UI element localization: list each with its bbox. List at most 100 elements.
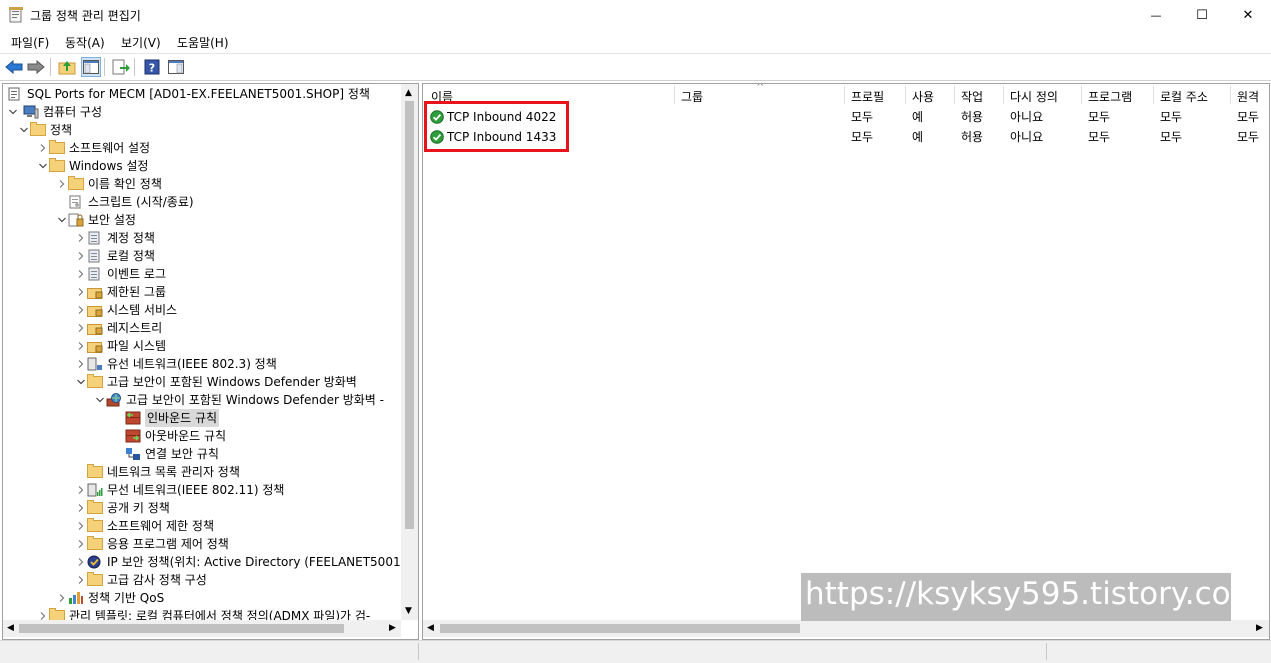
tree-item[interactable]: 정책 기반 QoS: [3, 589, 401, 607]
maximize-button[interactable]: ☐: [1179, 0, 1225, 31]
tree-item[interactable]: 고급 보안이 포함된 Windows Defender 방화벽: [3, 373, 401, 391]
tree-item[interactable]: 파일 시스템: [3, 337, 401, 355]
tree-item[interactable]: 정책: [3, 121, 401, 139]
tree-item[interactable]: 연결 보안 규칙: [3, 445, 401, 463]
menu-file[interactable]: 파일(F): [11, 34, 49, 51]
up-level-button[interactable]: [57, 57, 77, 77]
menu-action[interactable]: 동작(A): [65, 34, 105, 51]
export-list-button[interactable]: [111, 57, 131, 77]
tree-item[interactable]: 소프트웨어 설정: [3, 139, 401, 157]
collapse-chevron-icon[interactable]: [95, 391, 105, 409]
tree-item[interactable]: 스크립트 (시작/종료): [3, 193, 401, 211]
scroll-left-icon[interactable]: ◀: [7, 623, 14, 633]
collapse-chevron-icon[interactable]: [57, 211, 67, 229]
tree-item[interactable]: 소프트웨어 제한 정책: [3, 517, 401, 535]
column-divider[interactable]: [954, 86, 955, 104]
tree-item[interactable]: 시스템 서비스: [3, 301, 401, 319]
tree-item[interactable]: 보안 설정: [3, 211, 401, 229]
expand-chevron-icon[interactable]: [38, 139, 48, 157]
scroll-right-icon[interactable]: ▶: [389, 623, 396, 633]
column-divider[interactable]: [1153, 86, 1154, 104]
column-divider[interactable]: [844, 86, 845, 104]
column-divider[interactable]: [905, 86, 906, 104]
expand-chevron-icon[interactable]: [76, 283, 86, 301]
tree-item[interactable]: 아웃바운드 규칙: [3, 427, 401, 445]
column-divider[interactable]: [1230, 86, 1231, 104]
expand-chevron-icon[interactable]: [76, 247, 86, 265]
tree-item[interactable]: 고급 보안이 포함된 Windows Defender 방화벽 -: [3, 391, 401, 409]
tree-item[interactable]: 인바운드 규칙: [3, 409, 401, 427]
tree-item[interactable]: 네트워크 목록 관리자 정책: [3, 463, 401, 481]
list-horizontal-scroll-thumb[interactable]: [440, 624, 800, 633]
tree-item[interactable]: 제한된 그룹: [3, 283, 401, 301]
tree-item[interactable]: 유선 네트워크(IEEE 802.3) 정책: [3, 355, 401, 373]
list-horizontal-scrollbar[interactable]: ◀ ▶: [423, 620, 1269, 637]
scroll-left-icon[interactable]: ◀: [427, 623, 434, 633]
policy-book-icon: [87, 231, 103, 245]
close-button[interactable]: ✕: [1225, 0, 1271, 31]
minimize-icon: —: [1150, 9, 1162, 22]
tree-item[interactable]: 계정 정책: [3, 229, 401, 247]
column-header-action[interactable]: 작업: [961, 88, 983, 105]
column-divider[interactable]: [674, 86, 675, 104]
tree-item[interactable]: 응용 프로그램 제어 정책: [3, 535, 401, 553]
help-button[interactable]: ?: [142, 57, 162, 77]
expand-chevron-icon[interactable]: [57, 589, 67, 607]
tree-item[interactable]: 레지스트리: [3, 319, 401, 337]
expand-chevron-icon[interactable]: [57, 175, 67, 193]
column-header-remote[interactable]: 원격: [1237, 88, 1259, 105]
collapse-chevron-icon[interactable]: [38, 157, 48, 175]
tree-item[interactable]: 로컬 정책: [3, 247, 401, 265]
tree-item[interactable]: 무선 네트워크(IEEE 802.11) 정책: [3, 481, 401, 499]
expand-chevron-icon[interactable]: [76, 535, 86, 553]
expand-chevron-icon[interactable]: [76, 301, 86, 319]
expand-chevron-icon[interactable]: [76, 517, 86, 535]
expand-chevron-icon[interactable]: [76, 265, 86, 283]
column-header-profile[interactable]: 프로필: [851, 88, 884, 105]
minimize-button[interactable]: —: [1133, 0, 1179, 31]
expand-chevron-icon[interactable]: [76, 319, 86, 337]
expand-chevron-icon[interactable]: [76, 355, 86, 373]
tree-item[interactable]: IP 보안 정책(위치: Active Directory (FEELANET5…: [3, 553, 404, 571]
expand-chevron-icon[interactable]: [76, 337, 86, 355]
rules-list-pane[interactable]: 이름 ^ 그룹 프로필 사용 작업 다시 정의 프로그램 로컬 주소 원격 TC…: [422, 83, 1270, 640]
column-divider[interactable]: [1003, 86, 1004, 104]
column-header-enabled[interactable]: 사용: [912, 88, 934, 105]
collapse-chevron-icon[interactable]: [8, 103, 18, 121]
column-divider[interactable]: [1081, 86, 1082, 104]
tree-item[interactable]: 이름 확인 정책: [3, 175, 401, 193]
forward-button[interactable]: [26, 57, 46, 77]
show-hide-tree-button[interactable]: [81, 57, 101, 77]
collapse-chevron-icon[interactable]: [19, 121, 29, 139]
scroll-down-icon[interactable]: ▼: [405, 606, 412, 616]
tree-item[interactable]: 공개 키 정책: [3, 499, 401, 517]
expand-chevron-icon[interactable]: [76, 553, 86, 571]
collapse-chevron-icon[interactable]: [76, 373, 86, 391]
scroll-right-icon[interactable]: ▶: [1256, 623, 1263, 633]
tree-horizontal-scrollbar[interactable]: ◀ ▶: [3, 620, 401, 637]
console-tree-pane[interactable]: SQL Ports for MECM [AD01-EX.FEELANET5001…: [2, 83, 419, 640]
expand-chevron-icon[interactable]: [76, 229, 86, 247]
expand-chevron-icon[interactable]: [76, 571, 86, 589]
column-header-group[interactable]: 그룹: [681, 88, 703, 105]
column-header-program[interactable]: 프로그램: [1088, 88, 1132, 105]
back-button[interactable]: [4, 57, 24, 77]
tree-item[interactable]: SQL Ports for MECM [AD01-EX.FEELANET5001…: [3, 85, 401, 103]
expand-chevron-icon[interactable]: [76, 481, 86, 499]
scroll-up-icon[interactable]: ▲: [405, 88, 412, 98]
menu-view[interactable]: 보기(V): [121, 34, 161, 51]
tree-item[interactable]: Windows 설정: [3, 157, 401, 175]
menu-help[interactable]: 도움말(H): [177, 34, 229, 51]
expand-chevron-icon[interactable]: [76, 499, 86, 517]
column-header-local-address[interactable]: 로컬 주소: [1160, 88, 1208, 105]
tree-item[interactable]: 이벤트 로그: [3, 265, 401, 283]
tree-item[interactable]: 고급 감사 정책 구성: [3, 571, 401, 589]
column-header-override[interactable]: 다시 정의: [1010, 88, 1058, 105]
tree-vertical-scrollbar[interactable]: ▲ ▼: [401, 84, 418, 620]
tree-item[interactable]: 컴퓨터 구성: [3, 103, 401, 121]
tree-horizontal-scroll-thumb[interactable]: [19, 624, 344, 633]
tree-item-label: 보안 설정: [88, 213, 136, 227]
svg-text:?: ?: [149, 62, 155, 75]
tree-vertical-scroll-thumb[interactable]: [405, 101, 414, 529]
show-action-pane-button[interactable]: [166, 57, 186, 77]
